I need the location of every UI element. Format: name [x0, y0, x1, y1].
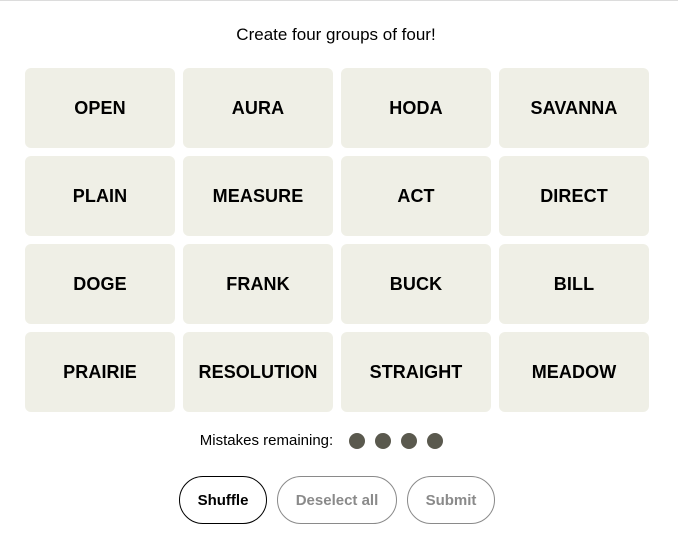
word-tile[interactable]: AURA: [183, 68, 333, 148]
word-tile[interactable]: FRANK: [183, 244, 333, 324]
deselect-all-button[interactable]: Deselect all: [277, 476, 397, 524]
word-tile[interactable]: SAVANNA: [499, 68, 649, 148]
instructions-text: Create four groups of four!: [236, 25, 436, 44]
word-tile[interactable]: BUCK: [341, 244, 491, 324]
word-tile[interactable]: DIRECT: [499, 156, 649, 236]
word-tile[interactable]: MEADOW: [499, 332, 649, 412]
mistake-dot: [427, 432, 444, 449]
submit-button[interactable]: Submit: [407, 476, 495, 524]
word-tile[interactable]: DOGE: [25, 244, 175, 324]
game-controls: Shuffle Deselect all Submit: [0, 476, 674, 524]
word-tile[interactable]: OPEN: [25, 68, 175, 148]
word-tile[interactable]: PLAIN: [25, 156, 175, 236]
word-grid: OPEN AURA HODA SAVANNA PLAIN MEASURE ACT…: [25, 68, 649, 412]
word-tile[interactable]: STRAIGHT: [341, 332, 491, 412]
mistake-dot: [349, 432, 366, 449]
mistake-dot: [375, 432, 392, 449]
mistakes-counter: Mistakes remaining:: [0, 432, 648, 449]
word-tile[interactable]: HODA: [341, 68, 491, 148]
word-tile[interactable]: BILL: [499, 244, 649, 324]
mistake-dot: [401, 432, 418, 449]
mistake-dots: [344, 432, 448, 449]
mistakes-label: Mistakes remaining:: [199, 432, 334, 449]
word-tile[interactable]: ACT: [341, 156, 491, 236]
word-tile[interactable]: PRAIRIE: [25, 332, 175, 412]
word-tile[interactable]: MEASURE: [183, 156, 333, 236]
word-tile[interactable]: RESOLUTION: [183, 332, 333, 412]
top-divider: [0, 0, 678, 1]
shuffle-button[interactable]: Shuffle: [179, 476, 267, 524]
